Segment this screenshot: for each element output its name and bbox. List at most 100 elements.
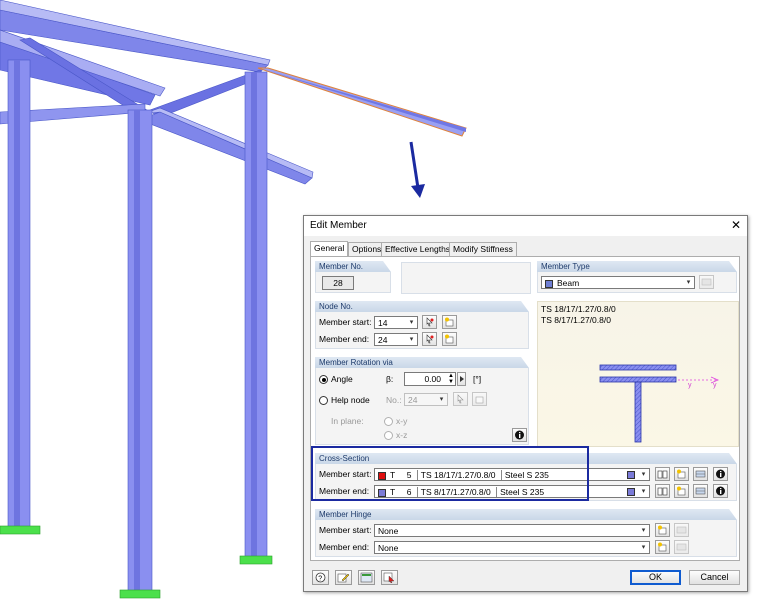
beta-input[interactable]: 0.00 ▲ ▼ bbox=[404, 372, 456, 386]
edit-table-icon bbox=[701, 278, 712, 286]
member-rotation-heading: Member Rotation via bbox=[315, 357, 529, 368]
cs-start-info-button[interactable] bbox=[713, 467, 728, 481]
new-node-icon bbox=[445, 317, 454, 327]
cs-start-no: 5 bbox=[406, 470, 412, 480]
member-hinge-group: Member Hinge Member start: None ▾ Member … bbox=[315, 509, 737, 557]
pick-node-start-button[interactable] bbox=[422, 315, 437, 329]
node-no-heading: Node No. bbox=[315, 301, 529, 312]
new-node-icon bbox=[475, 396, 484, 404]
cs-end-name: TS 8/17/1.27/0.8/0 bbox=[416, 487, 491, 497]
cs-start-name: TS 18/17/1.27/0.8/0 bbox=[416, 470, 496, 480]
plane-xy-label: x-y bbox=[396, 416, 408, 426]
general-tab-panel: Member No. 28 Member Type Beam ▾ Node No… bbox=[310, 256, 740, 561]
pick-node-end-button[interactable] bbox=[422, 332, 437, 346]
tab-effective-lengths[interactable]: Effective Lengths bbox=[381, 242, 455, 256]
axis-y-label-2: y bbox=[713, 382, 717, 389]
ok-button[interactable]: OK bbox=[630, 570, 681, 585]
edit-member-type-button[interactable] bbox=[699, 275, 714, 289]
chevron-down-icon: ▾ bbox=[409, 336, 414, 343]
tab-general[interactable]: General bbox=[310, 241, 349, 257]
info-icon bbox=[716, 486, 725, 496]
cs-start-edit-button[interactable] bbox=[693, 467, 708, 481]
cs-end-info-button[interactable] bbox=[713, 484, 728, 498]
hinge-start-new-button[interactable] bbox=[655, 523, 670, 537]
info-button[interactable] bbox=[512, 428, 527, 442]
hinge-end-select[interactable]: None ▾ bbox=[374, 541, 650, 554]
cross-section-preview: TS 18/17/1.27/0.8/0 TS 8/17/1.27/0.8/0 y… bbox=[537, 301, 739, 447]
help-node-radio[interactable] bbox=[319, 396, 328, 405]
chevron-down-icon: ▾ bbox=[641, 471, 646, 478]
axis-y-label-1: y bbox=[688, 382, 692, 389]
beta-label: β: bbox=[386, 374, 394, 384]
member-type-select[interactable]: Beam ▾ bbox=[541, 276, 695, 289]
close-icon[interactable]: ✕ bbox=[731, 218, 741, 232]
node-end-label: Member end: bbox=[319, 334, 370, 344]
spinner-icon[interactable]: ▲ ▼ bbox=[448, 373, 454, 385]
select-in-graphic-button[interactable] bbox=[381, 570, 398, 585]
new-hinge-icon bbox=[658, 525, 667, 535]
cs-end-no: 6 bbox=[406, 487, 412, 497]
hinge-start-edit-button[interactable] bbox=[674, 523, 689, 537]
cs-end-material: Steel S 235 bbox=[496, 487, 545, 497]
plane-xz-radio[interactable] bbox=[384, 431, 393, 440]
select-icon bbox=[383, 572, 395, 583]
cs-end-edit-button[interactable] bbox=[693, 484, 708, 498]
node-end-value: 24 bbox=[378, 335, 388, 345]
cs-end-new-button[interactable] bbox=[674, 484, 689, 498]
book-icon bbox=[657, 487, 668, 496]
node-end-select[interactable]: 24 ▾ bbox=[374, 333, 418, 346]
plane-xy-radio[interactable] bbox=[384, 417, 393, 426]
dialog-titlebar: Edit Member ✕ bbox=[304, 216, 747, 236]
chevron-down-icon: ▾ bbox=[641, 488, 646, 495]
cs-end-library-button[interactable] bbox=[655, 484, 670, 498]
help-icon: ? bbox=[315, 572, 326, 583]
help-node-select[interactable]: 24 ▾ bbox=[404, 393, 448, 406]
tab-modify-stiffness[interactable]: Modify Stiffness bbox=[449, 242, 517, 256]
beta-arrow-button[interactable] bbox=[457, 372, 466, 386]
edit-comment-button[interactable] bbox=[335, 570, 352, 585]
help-button[interactable]: ? bbox=[312, 570, 329, 585]
new-node-end-button[interactable] bbox=[442, 332, 457, 346]
angle-radio[interactable] bbox=[319, 375, 328, 384]
cs-start-select[interactable]: T 5 TS 18/17/1.27/0.8/0 Steel S 235 ▾ bbox=[374, 468, 650, 481]
new-hinge-icon bbox=[658, 542, 667, 552]
in-plane-label: In plane: bbox=[331, 416, 364, 426]
edit-table-icon bbox=[676, 543, 687, 551]
cs-start-glyph: T bbox=[390, 470, 396, 480]
cs-start-library-button[interactable] bbox=[655, 467, 670, 481]
unit-label: [°] bbox=[473, 374, 482, 384]
info-icon bbox=[716, 469, 725, 479]
cs-start-new-button[interactable] bbox=[674, 467, 689, 481]
node-start-value: 14 bbox=[378, 318, 388, 328]
hinge-end-edit-button[interactable] bbox=[674, 540, 689, 554]
chevron-down-icon: ▾ bbox=[686, 279, 691, 286]
cancel-button[interactable]: Cancel bbox=[689, 570, 740, 585]
hinge-start-select[interactable]: None ▾ bbox=[374, 524, 650, 537]
edit-member-dialog: Edit Member ✕ General Options Effective … bbox=[303, 215, 748, 592]
cross-section-heading: Cross-Section bbox=[315, 453, 737, 464]
edit-table-icon bbox=[695, 487, 706, 495]
tab-options[interactable]: Options bbox=[348, 242, 386, 256]
node-start-label: Member start: bbox=[319, 317, 372, 327]
new-node-icon bbox=[445, 334, 454, 344]
node-start-select[interactable]: 14 ▾ bbox=[374, 316, 418, 329]
material-color-swatch bbox=[627, 488, 635, 496]
cs-start-label: Member start: bbox=[319, 469, 372, 479]
cs-end-select[interactable]: T 6 TS 8/17/1.27/0.8/0 Steel S 235 ▾ bbox=[374, 485, 650, 498]
edit-table-icon bbox=[676, 526, 687, 534]
comment-area bbox=[401, 262, 531, 294]
chevron-down-icon: ▾ bbox=[641, 544, 646, 551]
plane-xz-label: x-z bbox=[396, 430, 408, 440]
member-type-value: Beam bbox=[557, 278, 580, 288]
cs-start-color-swatch bbox=[378, 471, 386, 480]
hinge-end-new-button[interactable] bbox=[655, 540, 670, 554]
member-hinge-heading: Member Hinge bbox=[315, 509, 737, 520]
numbering-button[interactable] bbox=[358, 570, 375, 585]
new-help-node-button[interactable] bbox=[472, 392, 487, 406]
edit-table-icon bbox=[695, 470, 706, 478]
member-no-field[interactable]: 28 bbox=[322, 276, 354, 290]
new-node-start-button[interactable] bbox=[442, 315, 457, 329]
pick-help-node-button[interactable] bbox=[453, 392, 468, 406]
cs-end-color-swatch bbox=[378, 488, 386, 497]
help-node-no-label: No.: bbox=[386, 395, 402, 405]
